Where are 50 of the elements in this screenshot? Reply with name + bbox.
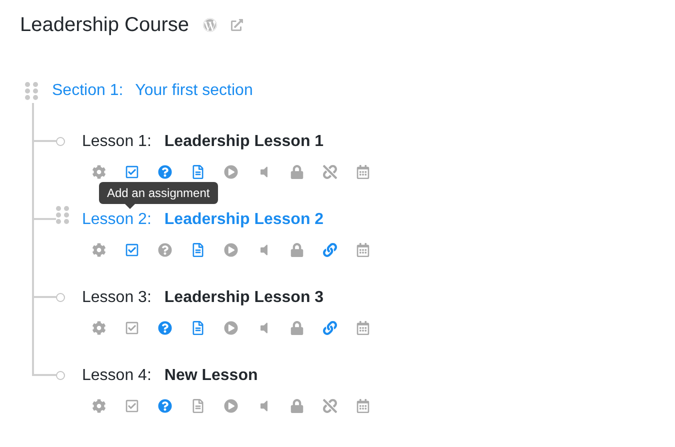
settings-icon[interactable] xyxy=(92,165,106,179)
link-icon[interactable] xyxy=(323,321,337,335)
lock-icon[interactable] xyxy=(290,399,304,413)
question-icon[interactable] xyxy=(158,399,172,413)
tooltip: Add an assignment xyxy=(99,182,218,204)
lesson-title[interactable]: Leadership Lesson 3 xyxy=(164,289,324,307)
lesson-title[interactable]: New Lesson xyxy=(164,367,258,385)
document-icon[interactable] xyxy=(191,399,205,413)
broken-link-icon[interactable] xyxy=(323,399,337,413)
question-icon[interactable] xyxy=(158,243,172,257)
lock-icon[interactable] xyxy=(290,321,304,335)
calendar-icon[interactable] xyxy=(356,243,370,257)
external-link-icon[interactable] xyxy=(231,19,243,31)
lesson-label: Lesson 4: xyxy=(82,367,152,385)
play-icon[interactable] xyxy=(224,243,238,257)
checkbox-icon[interactable] xyxy=(125,243,139,257)
play-icon[interactable] xyxy=(224,321,238,335)
tree-node-icon xyxy=(56,370,65,380)
play-icon[interactable] xyxy=(224,165,238,179)
drag-handle-icon[interactable] xyxy=(56,206,69,224)
play-icon[interactable] xyxy=(224,399,238,413)
lock-icon[interactable] xyxy=(290,243,304,257)
wordpress-icon[interactable] xyxy=(203,18,217,32)
tooltip-pointer-icon xyxy=(125,204,135,209)
calendar-icon[interactable] xyxy=(356,399,370,413)
tree-node-icon xyxy=(56,136,65,146)
drag-handle-icon[interactable] xyxy=(25,82,38,100)
broken-link-icon[interactable] xyxy=(323,165,337,179)
settings-icon[interactable] xyxy=(92,321,106,335)
link-icon[interactable] xyxy=(323,243,337,257)
lesson-label: Lesson 3: xyxy=(82,289,152,307)
tree-node-icon xyxy=(56,292,65,302)
calendar-icon[interactable] xyxy=(356,165,370,179)
checkbox-icon[interactable] xyxy=(125,321,139,335)
checkbox-icon[interactable] xyxy=(125,165,139,179)
document-icon[interactable] xyxy=(191,165,205,179)
checkbox-icon[interactable] xyxy=(125,399,139,413)
question-icon[interactable] xyxy=(158,321,172,335)
lock-icon[interactable] xyxy=(290,165,304,179)
lesson-label: Lesson 1: xyxy=(82,133,152,151)
question-icon[interactable] xyxy=(158,165,172,179)
calendar-icon[interactable] xyxy=(356,321,370,335)
settings-icon[interactable] xyxy=(92,243,106,257)
document-icon[interactable] xyxy=(191,321,205,335)
course-title: Leadership Course xyxy=(20,13,189,38)
settings-icon[interactable] xyxy=(92,399,106,413)
section-label: Section 1: xyxy=(52,82,124,100)
lesson-title[interactable]: Leadership Lesson 1 xyxy=(164,133,324,151)
lesson-label: Lesson 2: xyxy=(82,211,152,229)
document-icon[interactable] xyxy=(191,243,205,257)
